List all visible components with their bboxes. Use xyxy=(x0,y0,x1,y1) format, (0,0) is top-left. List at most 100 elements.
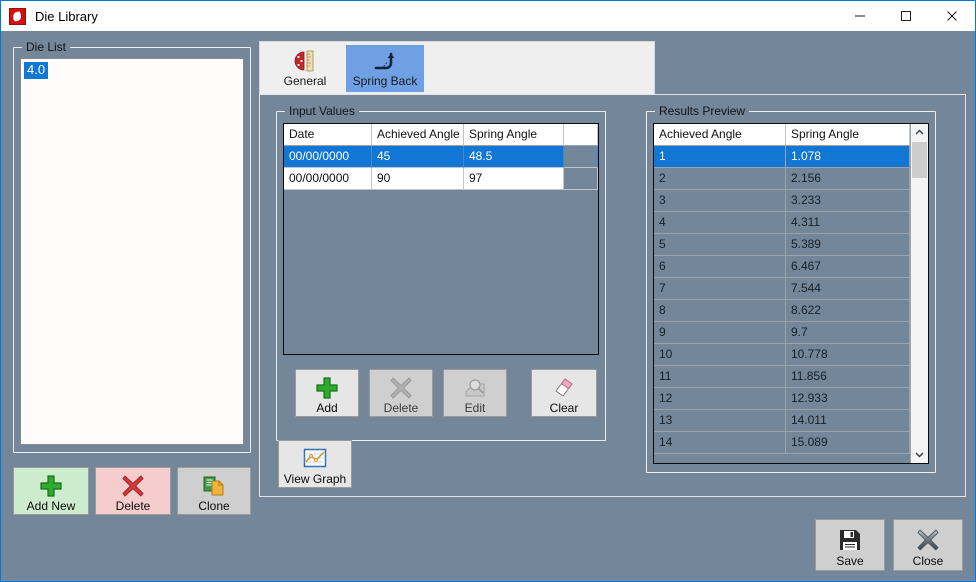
cell-spring-angle: 14.011 xyxy=(786,410,910,432)
add-new-button[interactable]: Add New xyxy=(13,467,89,515)
table-row[interactable]: 12 12.933 xyxy=(654,388,910,410)
window-title: Die Library xyxy=(35,9,98,24)
title-bar: Die Library xyxy=(1,1,975,31)
plus-icon xyxy=(39,473,63,499)
minimize-button[interactable] xyxy=(837,1,883,31)
close-window-button[interactable]: Close xyxy=(893,519,963,571)
table-row[interactable]: 1 1.078 xyxy=(654,146,910,168)
tab-strip: General Spring Back xyxy=(259,41,655,94)
table-row[interactable]: 4 4.311 xyxy=(654,212,910,234)
results-preview-label: Results Preview xyxy=(655,104,749,118)
maximize-button[interactable] xyxy=(883,1,929,31)
clone-button[interactable]: Clone xyxy=(177,467,251,515)
edit-magnifier-icon xyxy=(463,375,487,401)
cell-spring-angle: 15.089 xyxy=(786,432,910,454)
add-button[interactable]: Add xyxy=(295,369,359,417)
input-values-label: Input Values xyxy=(285,104,359,118)
delete-row-button[interactable]: Delete xyxy=(369,369,433,417)
cross-icon xyxy=(389,375,413,401)
save-label: Save xyxy=(836,554,863,568)
die-list-box[interactable]: 4.0 xyxy=(20,58,244,445)
cell-achieved-angle: 4 xyxy=(654,212,786,234)
cell-spring-angle: 11.856 xyxy=(786,366,910,388)
input-values-group: Input Values Date Achieved Angle Spring … xyxy=(276,111,606,441)
header-filler xyxy=(564,124,598,146)
cell-achieved-angle: 3 xyxy=(654,190,786,212)
chevron-up-icon[interactable] xyxy=(911,124,928,141)
cell-spring-angle: 3.233 xyxy=(786,190,910,212)
results-preview-panel: Achieved Angle Spring Angle 1 1.078 2 2.… xyxy=(653,123,929,464)
cell-spring-angle: 48.5 xyxy=(464,146,564,168)
cell-achieved-angle: 5 xyxy=(654,234,786,256)
edit-label: Edit xyxy=(465,402,486,415)
tab-general-label: General xyxy=(284,74,327,88)
input-grid-header: Date Achieved Angle Spring Angle xyxy=(284,124,598,146)
edit-button[interactable]: Edit xyxy=(443,369,507,417)
table-row[interactable]: 2 2.156 xyxy=(654,168,910,190)
clear-label: Clear xyxy=(550,402,579,415)
table-row[interactable]: 10 10.778 xyxy=(654,344,910,366)
plus-icon xyxy=(315,375,339,401)
scrollbar-thumb[interactable] xyxy=(912,142,927,178)
table-row[interactable]: 9 9.7 xyxy=(654,322,910,344)
row-filler xyxy=(564,168,598,190)
cell-spring-angle: 2.156 xyxy=(786,168,910,190)
bend-angle-icon xyxy=(372,48,398,74)
cell-achieved-angle: 1 xyxy=(654,146,786,168)
cell-achieved-angle: 8 xyxy=(654,300,786,322)
cell-date: 00/00/0000 xyxy=(284,146,372,168)
cell-spring-angle: 12.933 xyxy=(786,388,910,410)
spring-back-panel: Input Values Date Achieved Angle Spring … xyxy=(259,94,966,497)
column-header-achieved-angle: Achieved Angle xyxy=(654,124,786,146)
save-button[interactable]: Save xyxy=(815,519,885,571)
close-label: Close xyxy=(913,554,944,568)
results-scrollbar[interactable] xyxy=(910,124,928,463)
clone-label: Clone xyxy=(198,500,229,513)
tab-spring-back-label: Spring Back xyxy=(353,74,418,88)
column-header-spring-angle: Spring Angle xyxy=(464,124,564,146)
results-preview-group: Results Preview Achieved Angle Spring An… xyxy=(646,111,936,473)
table-row[interactable]: 00/00/0000 90 97 xyxy=(284,168,598,190)
results-preview-grid[interactable]: Achieved Angle Spring Angle 1 1.078 2 2.… xyxy=(654,124,910,463)
cell-achieved-angle: 2 xyxy=(654,168,786,190)
cell-achieved-angle: 11 xyxy=(654,366,786,388)
column-header-spring-angle: Spring Angle xyxy=(786,124,910,146)
table-row[interactable]: 8 8.622 xyxy=(654,300,910,322)
cell-achieved-angle: 12 xyxy=(654,388,786,410)
table-row[interactable]: 5 5.389 xyxy=(654,234,910,256)
cell-spring-angle: 1.078 xyxy=(786,146,910,168)
cell-spring-angle: 4.311 xyxy=(786,212,910,234)
row-filler xyxy=(564,146,598,168)
clear-button[interactable]: Clear xyxy=(531,369,597,417)
cross-icon xyxy=(916,526,940,554)
cell-achieved-angle: 9 xyxy=(654,322,786,344)
column-header-achieved-angle: Achieved Angle xyxy=(372,124,464,146)
cell-spring-angle: 97 xyxy=(464,168,564,190)
cell-spring-angle: 7.544 xyxy=(786,278,910,300)
cell-date: 00/00/0000 xyxy=(284,168,372,190)
table-row[interactable]: 6 6.467 xyxy=(654,256,910,278)
list-item[interactable]: 4.0 xyxy=(24,62,48,79)
results-grid-header: Achieved Angle Spring Angle xyxy=(654,124,910,146)
column-header-date: Date xyxy=(284,124,372,146)
table-row[interactable]: 00/00/0000 45 48.5 xyxy=(284,146,598,168)
input-values-grid[interactable]: Date Achieved Angle Spring Angle 00/00/0… xyxy=(283,123,599,355)
table-row[interactable]: 3 3.233 xyxy=(654,190,910,212)
chevron-down-icon[interactable] xyxy=(911,446,928,463)
tab-spring-back[interactable]: Spring Back xyxy=(346,45,424,92)
table-row[interactable]: 7 7.544 xyxy=(654,278,910,300)
cell-achieved-angle: 10 xyxy=(654,344,786,366)
close-button[interactable] xyxy=(929,1,975,31)
window-controls xyxy=(837,1,975,31)
cell-achieved-angle: 45 xyxy=(372,146,464,168)
tab-general[interactable]: General xyxy=(266,45,344,92)
cross-icon xyxy=(121,473,145,499)
view-graph-button[interactable]: View Graph xyxy=(278,440,352,488)
table-row[interactable]: 14 15.089 xyxy=(654,432,910,454)
add-label: Add xyxy=(316,402,337,415)
die-library-window: Die Library Die List 4.0 Add New xyxy=(0,0,976,582)
status-bar xyxy=(1,573,975,581)
delete-die-button[interactable]: Delete xyxy=(95,467,171,515)
table-row[interactable]: 13 14.011 xyxy=(654,410,910,432)
table-row[interactable]: 11 11.856 xyxy=(654,366,910,388)
